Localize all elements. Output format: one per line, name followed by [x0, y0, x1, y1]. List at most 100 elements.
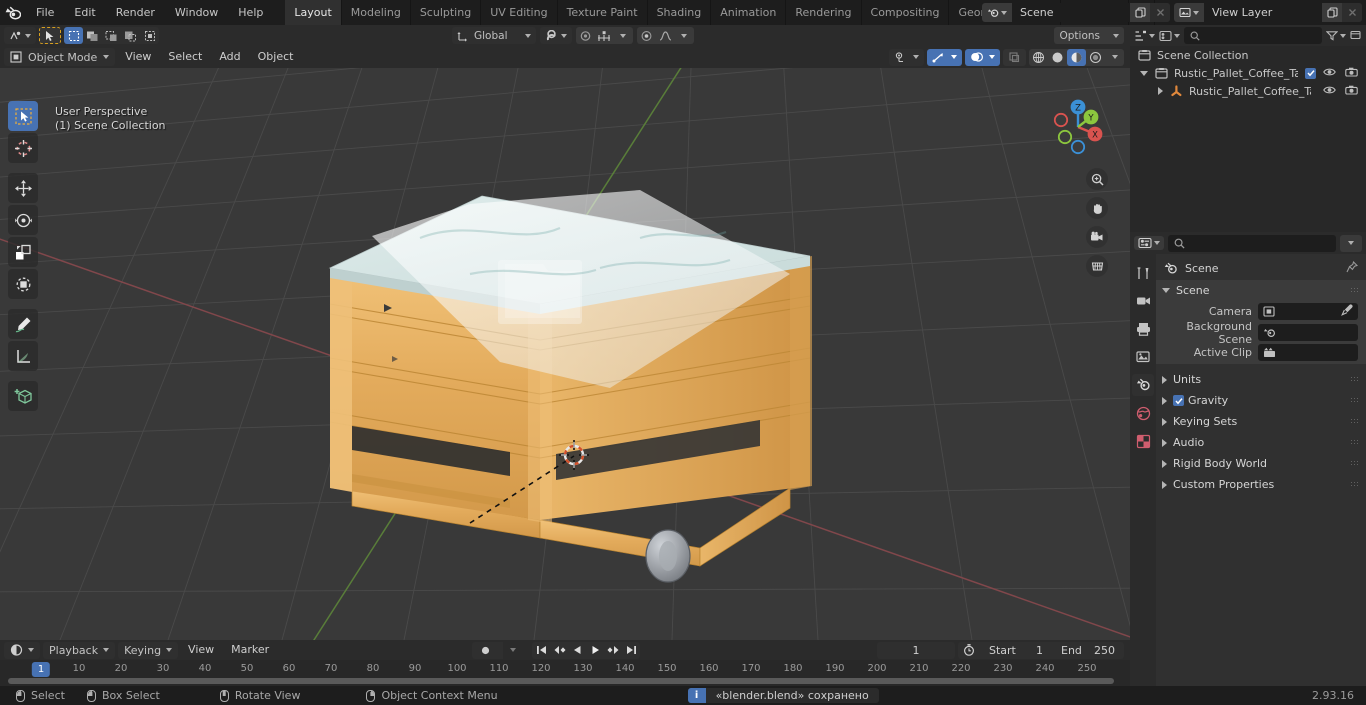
- current-frame-field[interactable]: 1: [877, 641, 955, 659]
- panel-audio[interactable]: Audio: [1156, 432, 1366, 453]
- scene-icon[interactable]: [982, 3, 1012, 22]
- solid-icon[interactable]: [1048, 49, 1067, 66]
- outliner-display-mode-icon[interactable]: [1159, 30, 1180, 42]
- invert-select-icon[interactable]: [121, 27, 140, 44]
- falloff-chevron-down-icon[interactable]: [675, 27, 694, 44]
- outliner-new-collection-icon[interactable]: [1350, 29, 1362, 43]
- blender-logo-icon[interactable]: [0, 0, 26, 25]
- editor-type-3dview-icon[interactable]: [4, 27, 36, 44]
- outliner-editor-type-icon[interactable]: [1134, 30, 1155, 42]
- intersect-select-icon[interactable]: [140, 27, 159, 44]
- panel-custom-properties[interactable]: Custom Properties: [1156, 474, 1366, 495]
- wireframe-icon[interactable]: [1029, 49, 1048, 66]
- tab-view-layer[interactable]: [1132, 346, 1154, 368]
- camera-view-icon[interactable]: [1086, 226, 1108, 248]
- eye-icon[interactable]: [1323, 67, 1336, 80]
- viewport-canvas[interactable]: User Perspective (1) Scene Collection Z …: [0, 68, 1130, 640]
- camera-field[interactable]: [1258, 303, 1358, 320]
- tool-tweak-select-box[interactable]: [8, 101, 38, 131]
- tool-add-cube[interactable]: [8, 381, 38, 411]
- viewlayer-name-field[interactable]: View Layer: [1204, 3, 1322, 22]
- unlink-view-layer-icon[interactable]: [1342, 3, 1362, 22]
- pin-icon[interactable]: [1346, 260, 1359, 276]
- timeline-menu-view[interactable]: View: [181, 641, 221, 659]
- keying-dropdown[interactable]: Keying: [118, 641, 179, 659]
- snap-magnet-icon[interactable]: [539, 27, 572, 44]
- shading-chevron-down-icon[interactable]: [1105, 49, 1124, 66]
- timeline-editor-type-icon[interactable]: [4, 641, 40, 659]
- eyedropper-icon[interactable]: [1341, 304, 1353, 319]
- tool-scale[interactable]: [8, 237, 38, 267]
- tool-measure[interactable]: [8, 341, 38, 371]
- panel-rigid-body-world[interactable]: Rigid Body World: [1156, 453, 1366, 474]
- menu-file[interactable]: File: [26, 3, 64, 23]
- pan-hand-icon[interactable]: [1086, 197, 1108, 219]
- tool-transform[interactable]: [8, 269, 38, 299]
- proportional-edit-icon[interactable]: [576, 27, 595, 44]
- snap-increment-icon[interactable]: [595, 27, 614, 44]
- play-reverse-icon[interactable]: [568, 642, 586, 659]
- playback-dropdown[interactable]: Playback: [43, 641, 116, 659]
- outliner-search-input[interactable]: [1184, 27, 1322, 44]
- view-layer-icon[interactable]: [1174, 3, 1204, 22]
- outliner-row-scene-collection[interactable]: Scene Collection: [1130, 46, 1366, 64]
- panel-gravity[interactable]: Gravity: [1156, 390, 1366, 411]
- tab-shading[interactable]: Shading: [648, 0, 712, 25]
- gravity-checkbox[interactable]: [1173, 395, 1184, 406]
- viewport-menu-select[interactable]: Select: [161, 48, 209, 66]
- toggle-ortho-icon[interactable]: [1086, 255, 1108, 277]
- tab-render[interactable]: [1132, 290, 1154, 312]
- prev-keyframe-icon[interactable]: [550, 642, 568, 659]
- material-preview-icon[interactable]: [1067, 48, 1086, 66]
- tab-tool[interactable]: [1132, 262, 1154, 284]
- stopwatch-icon[interactable]: [958, 642, 980, 659]
- collection-checkbox[interactable]: [1305, 67, 1316, 79]
- camera-icon[interactable]: [1345, 67, 1358, 80]
- properties-editor-type-icon[interactable]: [1134, 236, 1164, 250]
- panel-keying-sets[interactable]: Keying Sets: [1156, 411, 1366, 432]
- playhead[interactable]: 1: [31, 662, 51, 677]
- object-visibility-icon[interactable]: [889, 48, 924, 66]
- subtract-select-icon[interactable]: [102, 27, 121, 44]
- eye-icon[interactable]: [1323, 85, 1336, 98]
- menu-window[interactable]: Window: [165, 3, 228, 23]
- tab-output[interactable]: [1132, 318, 1154, 340]
- tweak-tool-icon[interactable]: [39, 27, 61, 44]
- zoom-icon[interactable]: [1086, 168, 1108, 190]
- timeline-scrollbar[interactable]: [8, 678, 1114, 684]
- new-scene-icon[interactable]: [1130, 3, 1150, 22]
- extend-select-icon[interactable]: [83, 27, 102, 44]
- panel-units[interactable]: Units: [1156, 369, 1366, 390]
- tab-modeling[interactable]: Modeling: [342, 0, 411, 25]
- rendered-icon[interactable]: [1086, 49, 1105, 66]
- active-clip-field[interactable]: [1258, 343, 1358, 361]
- overlays-icon[interactable]: [965, 48, 1000, 66]
- tab-animation[interactable]: Animation: [711, 0, 787, 25]
- viewport-menu-view[interactable]: View: [118, 48, 158, 66]
- set-select-icon[interactable]: [64, 27, 83, 44]
- play-icon[interactable]: [586, 642, 604, 659]
- proportional-toggle-icon[interactable]: [637, 27, 656, 44]
- tab-scene-properties[interactable]: [1132, 374, 1154, 396]
- xray-icon[interactable]: [1003, 48, 1026, 66]
- tab-sculpting[interactable]: Sculpting: [411, 0, 482, 25]
- tool-annotate[interactable]: [8, 309, 38, 339]
- record-icon[interactable]: [472, 642, 498, 659]
- disclosure-right-icon[interactable]: [1158, 87, 1163, 95]
- transform-orientation-dropdown[interactable]: Global: [452, 27, 536, 44]
- menu-render[interactable]: Render: [106, 3, 165, 23]
- tool-move[interactable]: [8, 173, 38, 203]
- navigation-gizmo[interactable]: Z X Y: [1044, 93, 1112, 161]
- interaction-mode-dropdown[interactable]: Object Mode: [4, 48, 116, 66]
- scene-name-field[interactable]: Scene: [1012, 3, 1130, 22]
- timeline-ruler[interactable]: 1 10 20 30 40 50 60 70 80 90 100 110 120…: [0, 660, 1130, 678]
- panel-scene-header[interactable]: Scene: [1156, 280, 1366, 301]
- camera-icon[interactable]: [1345, 85, 1358, 98]
- outliner-filter-icon[interactable]: [1326, 30, 1346, 41]
- viewport-menu-object[interactable]: Object: [251, 48, 301, 66]
- background-scene-field[interactable]: [1258, 324, 1358, 341]
- end-frame-field[interactable]: End 250: [1052, 642, 1124, 659]
- falloff-smooth-icon[interactable]: [656, 27, 675, 44]
- auto-keying-chevron-down-icon[interactable]: [503, 641, 523, 659]
- tool-cursor[interactable]: [8, 133, 38, 163]
